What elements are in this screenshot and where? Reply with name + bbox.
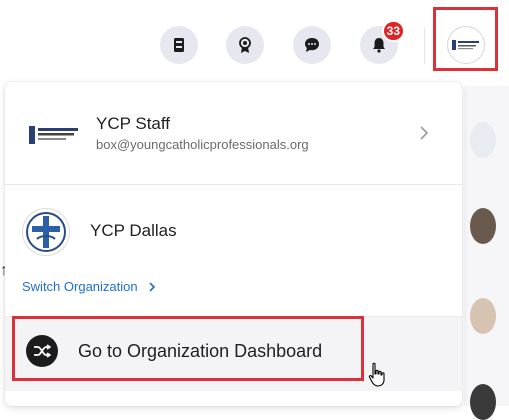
switch-organization-label: Switch Organization: [22, 279, 138, 294]
hand-cursor-icon: [368, 362, 385, 387]
notification-badge: 33: [381, 20, 405, 42]
switch-organization-link[interactable]: Switch Organization: [22, 279, 156, 294]
notifications-button[interactable]: 33: [360, 20, 405, 64]
background-avatar: [470, 384, 496, 420]
chevron-right-icon: [420, 126, 429, 140]
highlight-box-dashboard: [12, 316, 364, 381]
highlight-box-avatar: [433, 7, 498, 71]
organization-section: YCP Dallas Switch Organization: [5, 185, 462, 315]
account-name: YCP Staff: [96, 114, 171, 133]
account-item[interactable]: YCP Staff box@youngcatholicprofessionals…: [5, 82, 462, 185]
chat-button[interactable]: [293, 26, 331, 64]
bookmark-button[interactable]: [160, 26, 198, 64]
organization-name: YCP Dallas: [90, 221, 177, 240]
background-avatar: [470, 298, 496, 334]
background-avatar: [470, 122, 496, 158]
account-email: box@youngcatholicprofessionals.org: [96, 137, 309, 152]
cross-logo-icon: [26, 212, 66, 252]
background-avatar: [470, 208, 496, 244]
account-logo-icon: [29, 126, 78, 144]
divider: [424, 28, 425, 64]
award-button[interactable]: [226, 26, 264, 64]
organization-logo: [22, 208, 70, 256]
top-bar: 33: [0, 0, 509, 86]
bookmark-icon: [174, 38, 184, 52]
award-icon: [239, 37, 251, 53]
chevron-right-icon: [149, 281, 155, 292]
chat-icon: [305, 38, 319, 52]
